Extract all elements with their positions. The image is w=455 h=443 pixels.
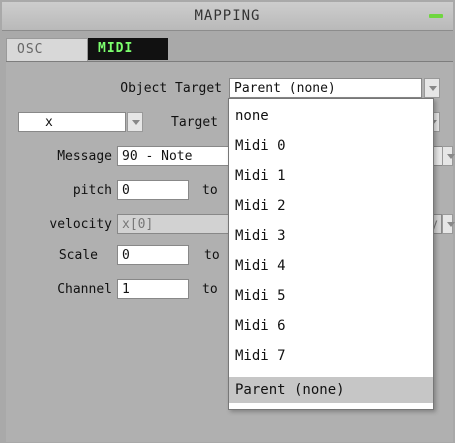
pitch-label: pitch xyxy=(72,183,112,198)
object-target-select[interactable]: Parent (none) xyxy=(229,78,422,98)
dropdown-option-midi-5[interactable]: Midi 5 xyxy=(229,283,433,309)
scale-label: Scale xyxy=(58,248,98,263)
dropdown-option-midi-6[interactable]: Midi 6 xyxy=(229,313,433,339)
channel-label: Channel xyxy=(57,282,112,297)
channel-to-label: to xyxy=(202,282,218,297)
dropdown-option-midi-4[interactable]: Midi 4 xyxy=(229,253,433,279)
velocity-input[interactable]: x[0] xyxy=(117,214,233,234)
object-target-dropdown-list: none Midi 0 Midi 1 Midi 2 Midi 3 Midi 4 … xyxy=(228,98,434,410)
dropdown-option-parent[interactable]: Parent (none) xyxy=(229,377,433,403)
minimize-button[interactable] xyxy=(429,14,443,18)
channel-from-input[interactable]: 1 xyxy=(117,279,189,299)
dropdown-option-midi-0[interactable]: Midi 0 xyxy=(229,133,433,159)
scale-to-label: to xyxy=(204,248,220,263)
title-bar[interactable]: MAPPING xyxy=(2,2,453,31)
pitch-to-label: to xyxy=(202,183,218,198)
mapping-panel: MAPPING OSC MIDI Object Target Parent (n… xyxy=(0,0,455,443)
source-select[interactable]: x xyxy=(18,112,126,132)
tab-midi[interactable]: MIDI xyxy=(88,38,168,60)
window-title: MAPPING xyxy=(194,8,261,24)
message-label: Message xyxy=(57,149,112,164)
dropdown-option-midi-2[interactable]: Midi 2 xyxy=(229,193,433,219)
target-label: Target xyxy=(171,115,218,130)
tab-osc[interactable]: OSC xyxy=(6,38,88,62)
message-select[interactable]: 90 - Note xyxy=(117,146,233,166)
message-chevron-down-icon[interactable] xyxy=(442,146,455,166)
pitch-from-input[interactable]: 0 xyxy=(117,180,189,200)
source-chevron-down-icon[interactable] xyxy=(127,112,143,132)
velocity-label: velocity xyxy=(49,217,112,232)
dropdown-option-midi-3[interactable]: Midi 3 xyxy=(229,223,433,249)
dropdown-option-midi-1[interactable]: Midi 1 xyxy=(229,163,433,189)
velocity-chevron-down-icon[interactable] xyxy=(442,214,455,234)
object-target-label: Object Target xyxy=(120,81,222,96)
dropdown-option-midi-7[interactable]: Midi 7 xyxy=(229,343,433,369)
chevron-down-icon[interactable] xyxy=(424,78,440,98)
scale-from-input[interactable]: 0 xyxy=(117,245,189,265)
dropdown-option-none[interactable]: none xyxy=(229,103,433,129)
